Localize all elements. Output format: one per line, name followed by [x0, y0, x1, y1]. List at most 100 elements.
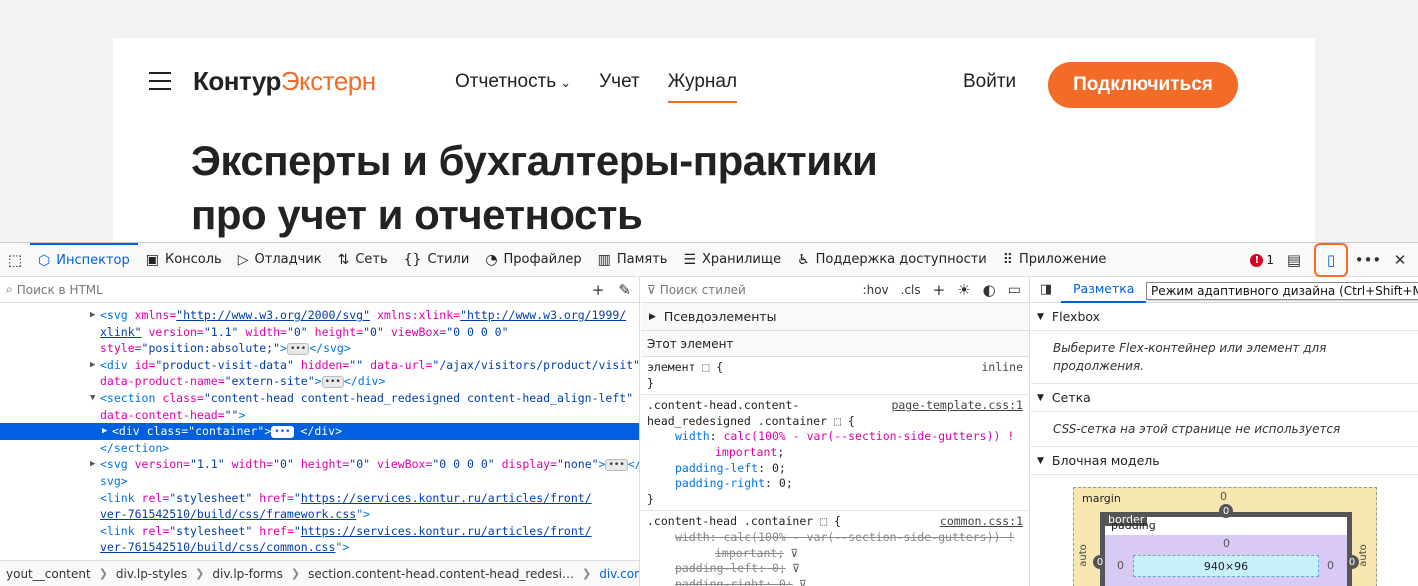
- login-link[interactable]: Войти: [963, 71, 1016, 93]
- close-icon[interactable]: ✕: [1388, 248, 1412, 272]
- grid-section-header[interactable]: ▼ Сетка: [1031, 384, 1418, 412]
- breadcrumb-item[interactable]: div.lp-styles: [116, 567, 187, 581]
- tab-application[interactable]: ⠿ Приложение: [995, 243, 1115, 277]
- tree-node[interactable]: </section>: [0, 440, 639, 457]
- content-size[interactable]: 940×96: [1133, 555, 1319, 577]
- add-rule-icon[interactable]: +: [933, 281, 946, 299]
- tree-node[interactable]: ▼ <section class="content-head content-he…: [0, 390, 639, 407]
- tree-node[interactable]: ▶ <svg version="1.1" width="0" height="0"…: [0, 456, 639, 473]
- light-scheme-icon[interactable]: ☀: [957, 281, 970, 299]
- tab-network[interactable]: ⇅ Сеть: [330, 243, 396, 277]
- grid-icon: ⬚: [702, 360, 710, 374]
- rule-source-link[interactable]: common.css:1: [940, 514, 1023, 530]
- more-options-icon[interactable]: •••: [1355, 248, 1382, 272]
- box-model-section-header[interactable]: ▼ Блочная модель: [1031, 447, 1418, 475]
- nav-label: Отчетность: [455, 71, 557, 92]
- dark-scheme-icon[interactable]: ◐: [983, 281, 996, 299]
- css-declaration-overridden[interactable]: padding-left: 0; ⊽: [647, 561, 1023, 577]
- tab-console[interactable]: ▣ Консоль: [138, 243, 230, 277]
- expand-triangle-icon[interactable]: ▶: [102, 423, 107, 440]
- tree-node[interactable]: <link rel="stylesheet" href="https://ser…: [0, 490, 639, 507]
- responsive-design-mode-icon[interactable]: ▯: [1314, 243, 1348, 277]
- tree-node[interactable]: ▶ <svg xmlns="http://www.w3.org/2000/svg"…: [0, 307, 639, 324]
- box-padding: padding 0 0 0 940×96: [1105, 519, 1347, 586]
- hov-toggle[interactable]: :hov: [863, 283, 889, 297]
- rule-source-link[interactable]: page-template.css:1: [891, 398, 1023, 414]
- css-declaration[interactable]: width: calc(100% - var(--section-side-gu…: [647, 429, 1023, 445]
- add-node-icon[interactable]: +: [592, 281, 605, 299]
- tree-node-cont: ver-761542510/build/css/framework.css">: [100, 507, 371, 522]
- border-top-value[interactable]: 0: [1219, 504, 1233, 518]
- styles-search-input[interactable]: [659, 282, 840, 297]
- margin-left-value[interactable]: auto: [1078, 544, 1089, 567]
- split-console-icon[interactable]: ▤: [1282, 248, 1306, 272]
- padding-right-value[interactable]: 0: [1327, 559, 1334, 572]
- padding-left-value[interactable]: 0: [1117, 559, 1124, 572]
- tab-profiler[interactable]: ◔ Профайлер: [477, 243, 589, 277]
- expand-triangle-icon[interactable]: ▶: [90, 456, 95, 473]
- logo-extern: Экстерн: [280, 66, 376, 96]
- toggle-sidebar-icon[interactable]: ◨: [1031, 282, 1061, 297]
- grid-icon: ⬚: [833, 413, 841, 428]
- css-declaration[interactable]: padding-left: 0;: [647, 461, 1023, 477]
- css-declaration[interactable]: padding-right: 0;: [647, 476, 1023, 492]
- collapsed-badge[interactable]: •••: [271, 425, 294, 438]
- nav-item-accounting[interactable]: Учет: [599, 71, 640, 103]
- tree-node[interactable]: ▶ <div id="product-visit-data" hidden="" …: [0, 357, 639, 374]
- tab-style-editor[interactable]: {} Стили: [396, 243, 478, 277]
- chevron-down-icon: ⌄: [560, 75, 572, 90]
- element-picker-icon[interactable]: ⬚: [0, 243, 30, 277]
- nav-item-reporting[interactable]: Отчетность ⌄: [455, 71, 571, 103]
- breadcrumb-item[interactable]: yout__content: [6, 567, 91, 581]
- connect-button[interactable]: Подключиться: [1048, 62, 1238, 108]
- tab-debugger[interactable]: ▷ Отладчик: [230, 243, 330, 277]
- section-label: Блочная модель: [1051, 453, 1160, 468]
- tab-memory[interactable]: ▥ Память: [590, 243, 676, 277]
- margin-top-value[interactable]: 0: [1220, 490, 1227, 503]
- html-search-input[interactable]: [16, 282, 417, 297]
- padding-top-value[interactable]: 0: [1223, 537, 1230, 550]
- css-declaration-overridden[interactable]: padding-right: 0; ⊽: [647, 577, 1023, 586]
- expand-triangle-icon[interactable]: ▶: [90, 357, 95, 374]
- markup-actions: + ✎: [592, 277, 631, 303]
- toolbar-right: ! 1 ▤ ▯ ••• ✕: [1250, 243, 1418, 277]
- border-right-value[interactable]: 0: [1345, 555, 1359, 569]
- pseudo-elements-toggle[interactable]: ▶ Псевдоэлементы: [641, 303, 1029, 331]
- error-counter[interactable]: ! 1: [1250, 253, 1274, 267]
- hero-title: Эксперты и бухгалтеры-практики про учет …: [191, 134, 878, 242]
- tab-storage[interactable]: ☰ Хранилище: [675, 243, 789, 277]
- cls-toggle[interactable]: .cls: [901, 283, 921, 297]
- tab-label: Отладчик: [254, 252, 322, 267]
- tree-node[interactable]: <link rel="stylesheet" href="https://ser…: [0, 523, 639, 540]
- flexbox-section-header[interactable]: ▼ Flexbox: [1031, 303, 1418, 331]
- collapsed-badge[interactable]: •••: [605, 458, 628, 471]
- tree-node-selected[interactable]: ▶ <div class="container"> ••• </div>: [0, 423, 639, 440]
- hero-line-2: про учет и отчетность: [191, 191, 643, 238]
- filter-icon[interactable]: ⊽: [790, 546, 798, 562]
- breadcrumb-item[interactable]: section.content-head.content-head_redesi…: [308, 567, 574, 581]
- margin-right-value[interactable]: auto: [1358, 544, 1369, 567]
- filter-icon[interactable]: ⊽: [792, 561, 800, 577]
- tab-inspector[interactable]: ⬡ Инспектор: [30, 242, 138, 277]
- breadcrumb-item-current[interactable]: div.container: [599, 567, 639, 581]
- expand-triangle-icon[interactable]: ▶: [90, 307, 95, 324]
- collapse-triangle-icon[interactable]: ▼: [90, 390, 95, 407]
- section-label: Сетка: [1051, 390, 1091, 405]
- css-declaration-overridden[interactable]: width: calc(100% - var(--section-side-gu…: [647, 530, 1023, 546]
- print-media-icon[interactable]: ▭: [1008, 282, 1021, 298]
- chevron-right-icon: ❯: [98, 567, 108, 580]
- network-icon: ⇅: [337, 251, 350, 268]
- hamburger-menu-icon[interactable]: [149, 72, 171, 90]
- section-label: Flexbox: [1051, 309, 1101, 324]
- collapsed-badge[interactable]: •••: [321, 375, 344, 388]
- collapsed-badge[interactable]: •••: [286, 342, 310, 355]
- eyedropper-icon[interactable]: ✎: [618, 281, 631, 299]
- nav-item-journal[interactable]: Журнал: [667, 71, 738, 103]
- tab-layout[interactable]: Разметка: [1061, 277, 1147, 303]
- tree-node-cont: svg>: [100, 473, 128, 488]
- breadcrumb-item[interactable]: div.lp-forms: [212, 567, 282, 581]
- site-logo[interactable]: КонтурЭкстерн: [193, 66, 376, 97]
- css-rule: .content-head.content- page-template.css…: [641, 395, 1029, 512]
- tab-accessibility[interactable]: ♿ Поддержка доступности: [789, 243, 995, 277]
- filter-icon[interactable]: ⊽: [799, 577, 807, 586]
